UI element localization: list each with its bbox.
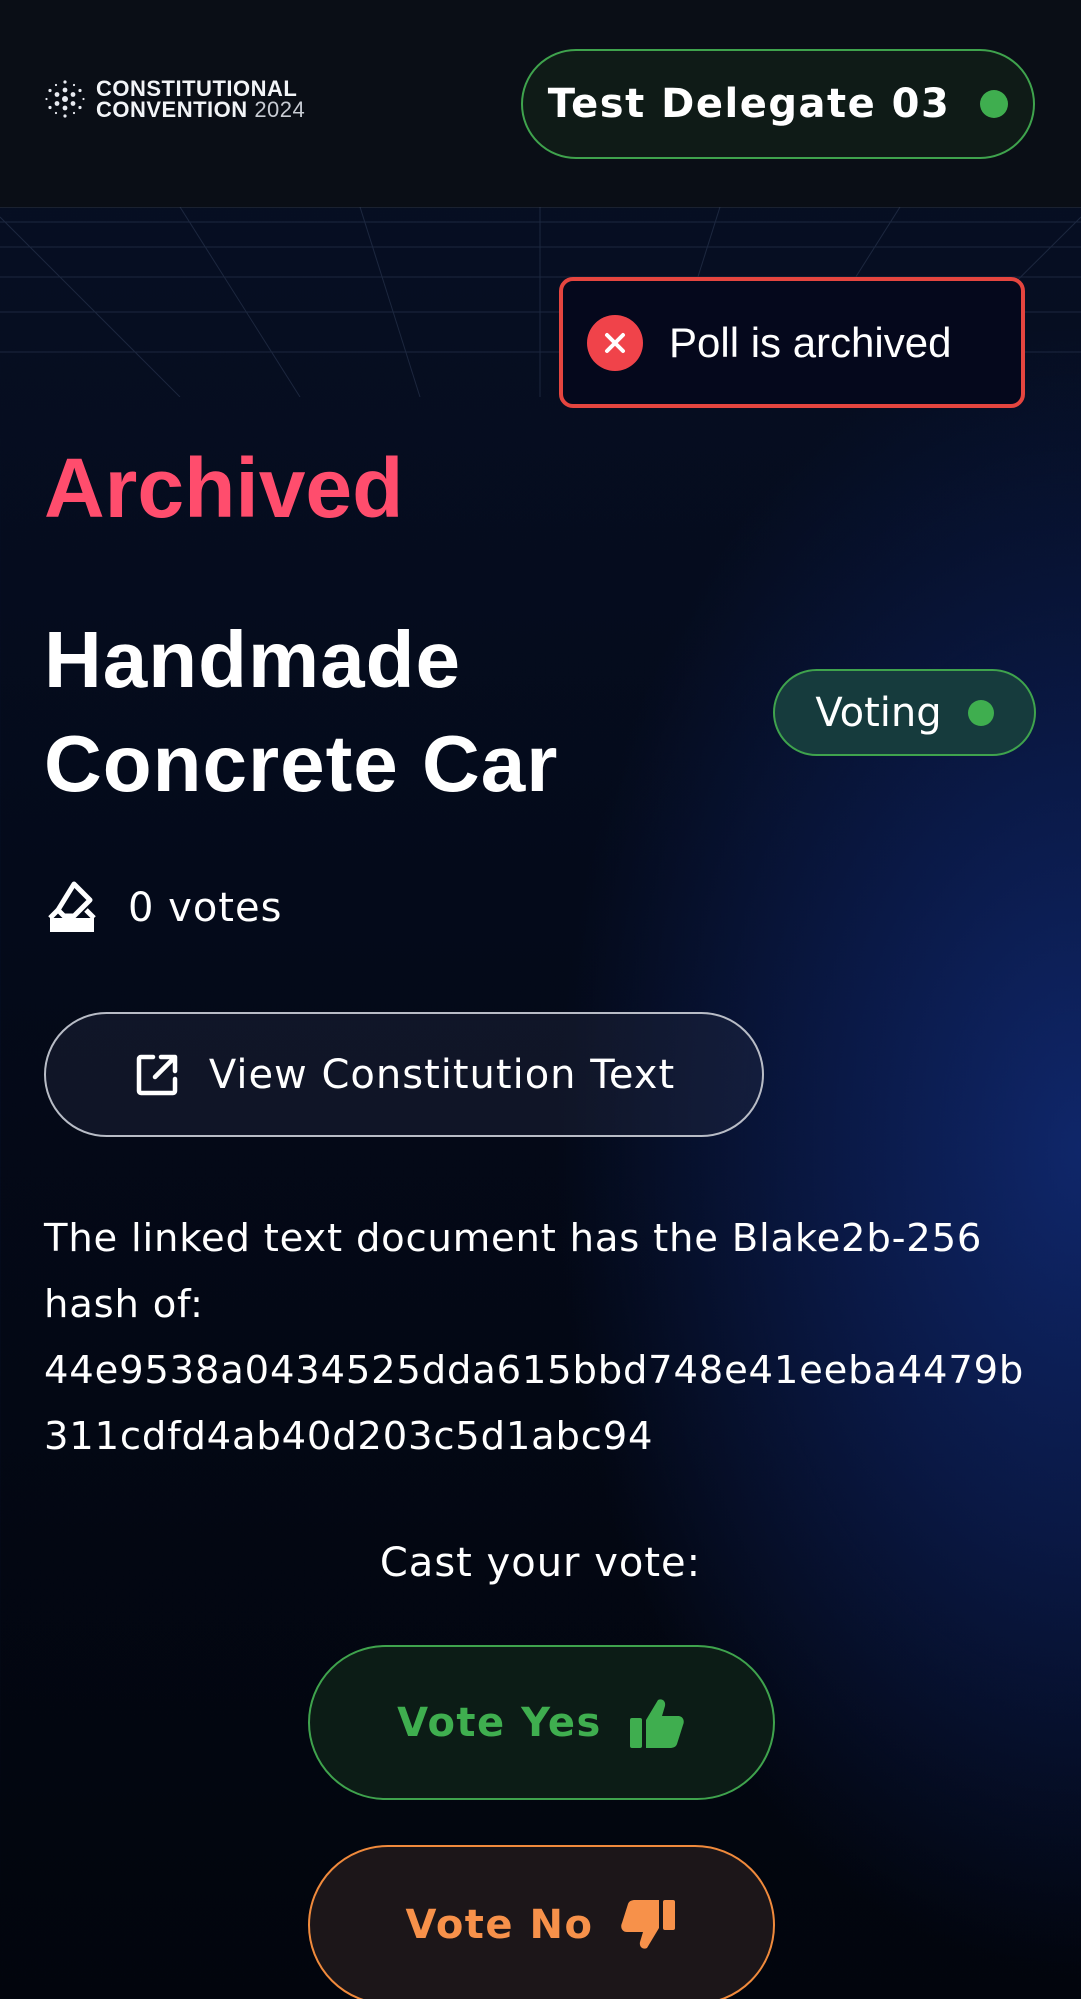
document-hash: 44e9538a0434525dda615bbd748e41eeba4479b3… — [44, 1348, 1025, 1459]
poll-title: Handmade Concrete Car — [44, 615, 559, 808]
close-circle-icon[interactable] — [587, 314, 643, 371]
convention-logo[interactable]: CONSTITUTIONAL CONVENTION 2024 — [44, 76, 306, 122]
logo-wordmark: CONSTITUTIONAL CONVENTION 2024 — [96, 76, 306, 122]
thumbs-down-icon — [621, 1900, 676, 1949]
poll-state-label: Archived — [44, 441, 404, 535]
vote-count: 0 votes — [44, 880, 282, 936]
vote-yes-button[interactable]: Vote Yes — [308, 1645, 775, 1800]
cardano-logo-icon — [45, 80, 85, 118]
logo-year: 2024 — [254, 97, 306, 122]
delegate-name: Test Delegate 03 — [547, 81, 951, 127]
cast-vote-prompt: Cast your vote: — [379, 1540, 702, 1586]
logo-line-1: CONSTITUTIONAL — [96, 76, 298, 101]
view-constitution-text-label: View Constitution Text — [208, 1051, 676, 1098]
external-link-icon — [136, 1054, 178, 1095]
vote-no-label: Vote No — [405, 1902, 594, 1948]
hash-intro: The linked text document has the Blake2b… — [44, 1216, 983, 1327]
poll-status-badge: Voting — [773, 669, 1036, 756]
poll-status-label: Voting — [815, 689, 942, 736]
view-constitution-text-button[interactable]: View Constitution Text — [44, 1012, 764, 1137]
hash-description: The linked text document has the Blake2b… — [44, 1206, 1044, 1470]
status-dot — [967, 699, 994, 726]
ballot-box-icon — [48, 881, 96, 932]
vote-yes-label: Vote Yes — [397, 1699, 602, 1746]
thumbs-up-icon — [629, 1698, 684, 1748]
archived-toast: Poll is archived — [559, 277, 1025, 408]
vote-count-label: 0 votes — [128, 885, 283, 931]
delegate-account-button[interactable]: Test Delegate 03 — [521, 49, 1035, 159]
toast-message: Poll is archived — [669, 318, 952, 366]
online-status-dot — [980, 90, 1009, 118]
logo-line-2: CONVENTION 2024 — [96, 97, 306, 122]
app-header: CONSTITUTIONAL CONVENTION 2024 Test Dele… — [0, 0, 1081, 208]
vote-no-button[interactable]: Vote No — [308, 1845, 775, 1999]
